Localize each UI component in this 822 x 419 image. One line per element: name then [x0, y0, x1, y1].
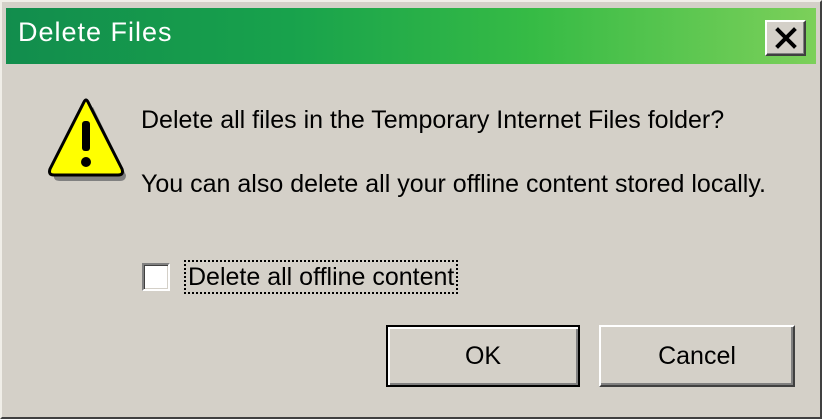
delete-files-dialog: Delete Files Delete all files in the Tem… — [0, 0, 822, 419]
ok-button[interactable]: OK — [386, 325, 580, 387]
delete-offline-content-checkbox[interactable] — [142, 263, 170, 291]
primary-message: Delete all files in the Temporary Intern… — [141, 106, 725, 134]
checkbox-label[interactable]: Delete all offline content — [183, 260, 459, 294]
warning-icon — [48, 98, 126, 181]
close-x-icon — [775, 27, 797, 49]
delete-offline-content-option[interactable]: Delete all offline content — [142, 260, 459, 294]
title-bar[interactable]: Delete Files — [6, 8, 816, 64]
cancel-button[interactable]: Cancel — [599, 325, 795, 387]
close-button[interactable] — [765, 20, 806, 56]
window-title: Delete Files — [18, 17, 173, 47]
secondary-message: You can also delete all your offline con… — [141, 170, 766, 198]
